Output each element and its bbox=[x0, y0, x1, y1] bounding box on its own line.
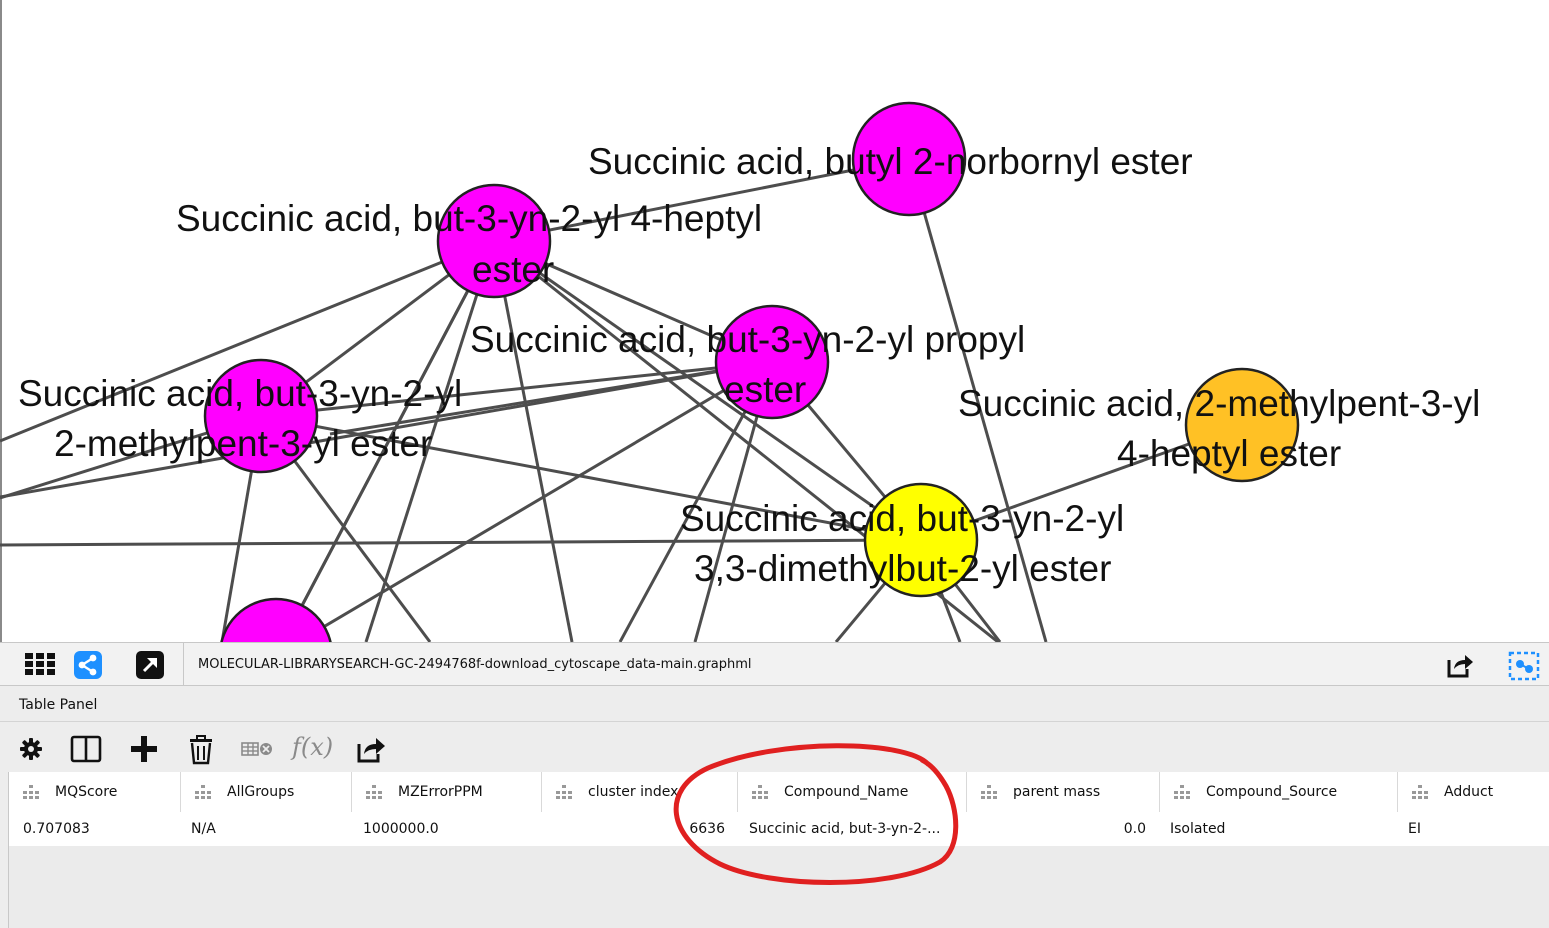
table-cell[interactable]: N/A bbox=[191, 812, 216, 846]
node-label: Succinic acid, but-3-yn-2-yl bbox=[18, 373, 462, 414]
shared-column-icon bbox=[195, 785, 211, 799]
column-header-label: Adduct bbox=[1444, 784, 1494, 800]
column-header[interactable]: AllGroups bbox=[181, 772, 352, 812]
node-label: 4-heptyl ester bbox=[1117, 433, 1341, 474]
shared-column-icon bbox=[1174, 785, 1190, 799]
column-header-label: MZErrorPPM bbox=[398, 784, 483, 800]
open-external-icon[interactable] bbox=[134, 649, 166, 681]
table-cell[interactable]: Isolated bbox=[1170, 812, 1225, 846]
column-header[interactable]: MZErrorPPM bbox=[352, 772, 542, 812]
column-header[interactable]: MQScore bbox=[9, 772, 181, 812]
table-panel-title: Table Panel bbox=[19, 697, 98, 713]
network-file-name: MOLECULAR-LIBRARYSEARCH-GC-2494768f-down… bbox=[183, 643, 752, 686]
table-cell[interactable]: 1000000.0 bbox=[363, 812, 439, 846]
table-header-row: MQScore AllGroups MZErrorPPM cluster index C… bbox=[9, 772, 1549, 812]
column-header[interactable]: Compound_Source bbox=[1160, 772, 1398, 812]
node-table: MQScore AllGroups MZErrorPPM cluster index C… bbox=[8, 772, 1549, 928]
node-label: Succinic acid, 2-methylpent-3-yl bbox=[958, 383, 1480, 424]
node-label: 3,3-dimethylbut-2-yl ester bbox=[694, 548, 1111, 589]
share-network-icon[interactable] bbox=[72, 649, 104, 681]
table-toolbar bbox=[0, 722, 1549, 772]
column-header-label: MQScore bbox=[55, 784, 118, 800]
shared-column-icon bbox=[556, 785, 572, 799]
export-icon[interactable] bbox=[1443, 649, 1477, 681]
graph-node[interactable] bbox=[220, 597, 332, 642]
network-toolbar: MOLECULAR-LIBRARYSEARCH-GC-2494768f-down… bbox=[0, 642, 1549, 686]
column-header-label: parent mass bbox=[1013, 784, 1101, 800]
shared-column-icon bbox=[981, 785, 997, 799]
node-label: Succinic acid, but-3-yn-2-yl propyl bbox=[470, 319, 1025, 360]
shared-column-icon bbox=[23, 785, 39, 799]
node-label: Succinic acid, but-3-yn-2-yl bbox=[680, 498, 1124, 539]
graph-edge[interactable] bbox=[492, 240, 574, 642]
column-header[interactable]: Adduct bbox=[1398, 772, 1549, 812]
column-header[interactable]: Compound_Name bbox=[738, 772, 967, 812]
shared-column-icon bbox=[1412, 785, 1428, 799]
table-cell[interactable]: Succinic acid, but-3-yn-2-... bbox=[749, 812, 940, 846]
column-header[interactable]: cluster index bbox=[542, 772, 738, 812]
table-cell[interactable]: 0.707083 bbox=[23, 812, 90, 846]
node-label: Succinic acid, butyl 2-norbornyl ester bbox=[588, 141, 1193, 182]
column-header-label: AllGroups bbox=[227, 784, 295, 800]
add-column-icon[interactable] bbox=[128, 734, 160, 764]
table-panel-header: Table Panel bbox=[0, 686, 1549, 722]
node-label: ester bbox=[724, 369, 806, 410]
table-cell[interactable]: 6636 bbox=[689, 812, 725, 846]
graph-edge[interactable] bbox=[0, 538, 922, 547]
delete-table-icon[interactable] bbox=[240, 739, 274, 759]
shared-column-icon bbox=[366, 785, 382, 799]
gear-icon[interactable] bbox=[16, 736, 46, 762]
select-nodes-icon[interactable] bbox=[1505, 649, 1543, 683]
column-header-label: cluster index bbox=[588, 784, 679, 800]
function-builder-icon[interactable]: f(x) bbox=[292, 733, 333, 761]
node-label: ester bbox=[472, 249, 554, 290]
shared-column-icon bbox=[752, 785, 768, 799]
split-columns-icon[interactable] bbox=[68, 734, 104, 764]
column-header-label: Compound_Name bbox=[784, 784, 909, 800]
network-canvas[interactable]: Succinic acid, butyl 2-norbornyl ester Su… bbox=[0, 0, 1549, 642]
graph-edge[interactable] bbox=[493, 239, 922, 542]
column-header[interactable]: parent mass bbox=[967, 772, 1160, 812]
table-empty-area bbox=[9, 846, 1549, 928]
column-header-label: Compound_Source bbox=[1206, 784, 1338, 800]
network-graph[interactable]: Succinic acid, butyl 2-norbornyl ester Su… bbox=[0, 0, 1549, 642]
table-row[interactable]: 0.707083 N/A 1000000.0 6636 Succinic acid, b… bbox=[9, 812, 1549, 846]
delete-trash-icon[interactable] bbox=[186, 734, 216, 766]
grid-view-icon[interactable] bbox=[22, 649, 58, 679]
export-table-icon[interactable] bbox=[352, 733, 390, 765]
node-label: 2-methylpent-3-yl ester bbox=[54, 423, 432, 464]
node-label: Succinic acid, but-3-yn-2-yl 4-heptyl bbox=[176, 198, 762, 239]
table-area: MQScore AllGroups MZErrorPPM cluster index C… bbox=[0, 772, 1549, 928]
table-cell[interactable]: 0.0 bbox=[1124, 812, 1146, 846]
table-cell[interactable]: EI bbox=[1408, 812, 1421, 846]
